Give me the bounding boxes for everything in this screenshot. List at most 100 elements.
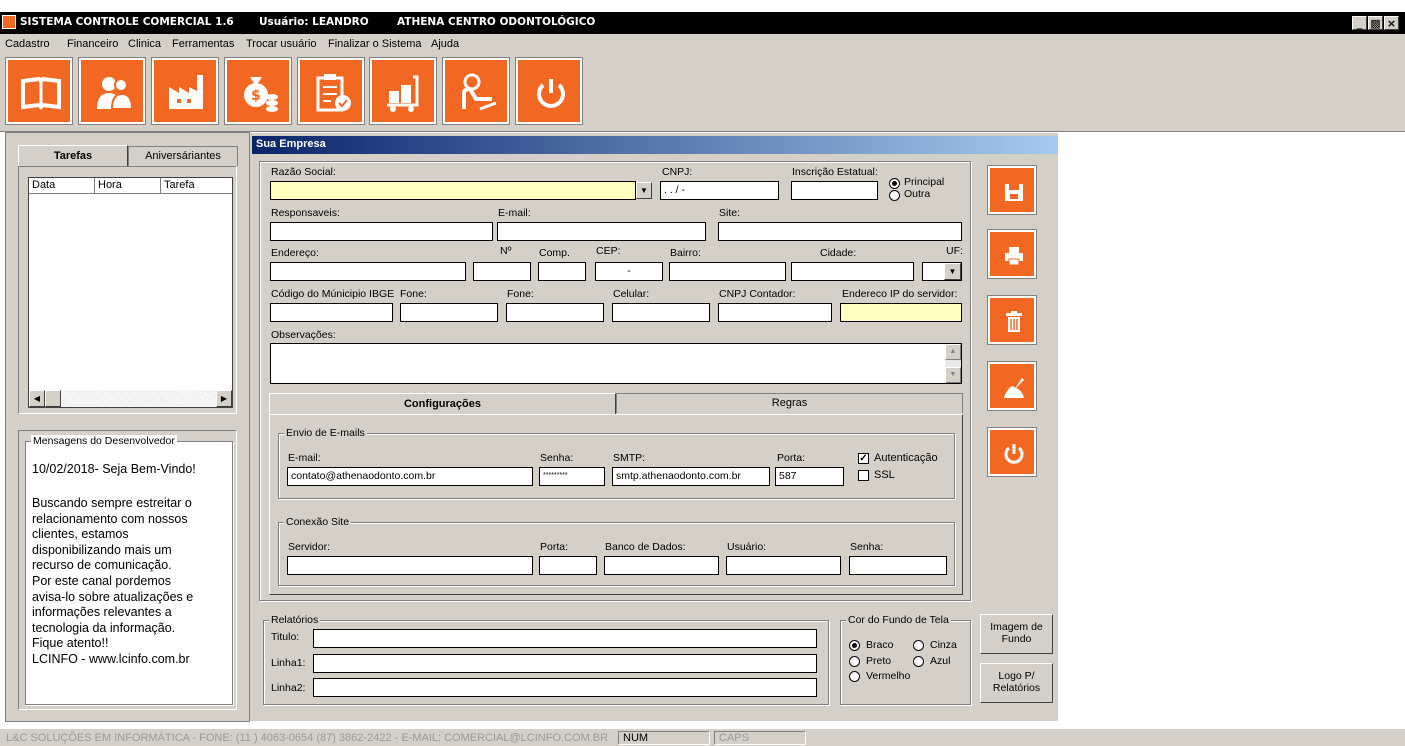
outra-radio[interactable] [889,190,900,201]
menu-ferramentas[interactable]: Ferramentas [172,38,234,50]
ie-label: Inscrição Estatual: [792,166,878,178]
horizontal-scrollbar[interactable]: ◀ ▶ [29,390,232,407]
menu-ajuda[interactable]: Ajuda [431,38,459,50]
menu-clinica[interactable]: Clinica [128,38,161,50]
cor-fundo-title: Cor do Fundo de Tela [846,614,951,626]
close-form-button[interactable] [987,427,1037,477]
bairro-field[interactable] [669,262,786,281]
tab-tarefas[interactable]: Tarefas [18,145,128,167]
toolbar-factory-button[interactable] [151,57,219,125]
scroll-right-icon[interactable]: ▶ [216,390,232,407]
user-label: Usuário: LEANDRO [259,16,369,28]
fone1-field[interactable] [400,303,498,322]
email-field[interactable] [497,222,706,241]
porta-label: Porta: [777,452,806,464]
ie-field[interactable] [791,181,878,200]
azul-radio[interactable] [913,656,924,667]
celular-label: Celular: [613,288,650,300]
ibge-field[interactable] [270,303,393,322]
fone2-field[interactable] [506,303,604,322]
messages-date: 10/02/2018- Seja Bem-Vindo! [32,462,196,476]
senha2-field[interactable] [849,556,947,575]
toolbar-book-button[interactable] [5,57,73,125]
outra-label: Outra [904,188,931,200]
banco-field[interactable] [604,556,719,575]
fone2-label: Fone: [507,288,534,300]
endereco-field[interactable] [270,262,466,281]
toolbar-exit-button[interactable] [515,57,583,125]
principal-label: Principal [904,176,945,188]
tasks-table[interactable]: Data Hora Tarefa ◀ ▶ [28,177,233,408]
toolbar-finance-button[interactable]: $ [224,57,292,125]
ip-servidor-field[interactable] [840,303,962,322]
menu-trocar-usuario[interactable]: Trocar usuário [246,38,317,50]
obs-scrollbar[interactable]: ▲ ▼ [945,344,961,383]
toolbar: $ [0,55,1405,132]
column-header[interactable]: Data [29,178,95,194]
menu-cadastro[interactable]: Cadastro [5,38,50,50]
toolbar-clients-button[interactable] [78,57,146,125]
scroll-left-icon[interactable]: ◀ [29,390,45,407]
razao-dropdown-button[interactable]: ▼ [636,182,652,199]
save-button[interactable] [987,165,1037,215]
ssl-label: SSL [874,469,895,481]
cidade-field[interactable] [791,262,914,281]
column-header[interactable]: Hora [95,178,161,194]
smtp-field[interactable]: smtp.athenaodonto.com.br [612,467,770,486]
preto-label: Preto [866,655,892,667]
obs-label: Observações: [271,329,336,341]
tab-regras[interactable]: Regras [616,393,963,413]
book-icon [21,76,61,110]
braco-radio[interactable] [849,640,860,651]
principal-radio[interactable] [889,178,900,189]
servidor-label: Servidor: [288,541,331,553]
menu-finalizar[interactable]: Finalizar o Sistema [328,38,422,50]
maximize-button[interactable]: ▩ [1368,16,1383,30]
tab-aniversariantes[interactable]: Aniversáriantes [128,146,238,166]
numero-field[interactable] [473,262,531,281]
menu-financeiro[interactable]: Financeiro [67,38,118,50]
logo-relatorios-button[interactable]: Logo P/ Relatórios [980,663,1053,703]
clear-button[interactable] [987,361,1037,411]
toolbar-delivery-button[interactable] [369,57,437,125]
observacoes-field[interactable] [270,343,962,384]
print-button[interactable] [987,229,1037,279]
cnpj-field[interactable]: . . / - [660,181,779,200]
close-button[interactable]: × [1384,16,1399,30]
delete-button[interactable] [987,295,1037,345]
razao-social-field[interactable] [270,181,636,200]
cnpj-contador-field[interactable] [718,303,832,322]
porta-field[interactable]: 587 [775,467,844,486]
preto-radio[interactable] [849,656,860,667]
ssl-checkbox[interactable] [858,470,869,481]
users-icon [97,77,134,110]
scroll-up-icon[interactable]: ▲ [945,344,961,360]
scroll-down-icon[interactable]: ▼ [945,367,961,383]
toolbar-checklist-button[interactable] [297,57,365,125]
site-field[interactable] [718,222,962,241]
celular-field[interactable] [612,303,710,322]
scroll-thumb[interactable] [45,390,61,407]
imagem-fundo-button[interactable]: Imagem de Fundo [980,614,1053,654]
servidor-field[interactable] [287,556,533,575]
azul-label: Azul [930,655,951,667]
cfg-senha-field[interactable]: ********* [539,467,605,486]
uf-dropdown-icon[interactable]: ▼ [944,263,961,280]
linha2-field[interactable] [313,678,817,697]
vermelho-radio[interactable] [849,671,860,682]
usuario-field[interactable] [726,556,841,575]
comp-field[interactable] [538,262,586,281]
cep-field[interactable]: - [595,262,663,281]
linha1-field[interactable] [313,654,817,673]
toolbar-reception-button[interactable] [442,57,510,125]
cinza-radio[interactable] [913,640,924,651]
titulo-field[interactable] [313,629,817,648]
tab-configuracoes[interactable]: Configurações [269,393,616,415]
porta2-field[interactable] [539,556,597,575]
responsaveis-field[interactable] [270,222,493,241]
column-header[interactable]: Tarefa [161,178,232,194]
menu-bar: Cadastro Financeiro Clinica Ferramentas … [0,34,1405,55]
minimize-button[interactable]: _ [1352,16,1367,30]
autenticacao-checkbox[interactable]: ✓ [858,453,869,464]
cfg-email-field[interactable]: contato@athenaodonto.com.br [287,467,533,486]
